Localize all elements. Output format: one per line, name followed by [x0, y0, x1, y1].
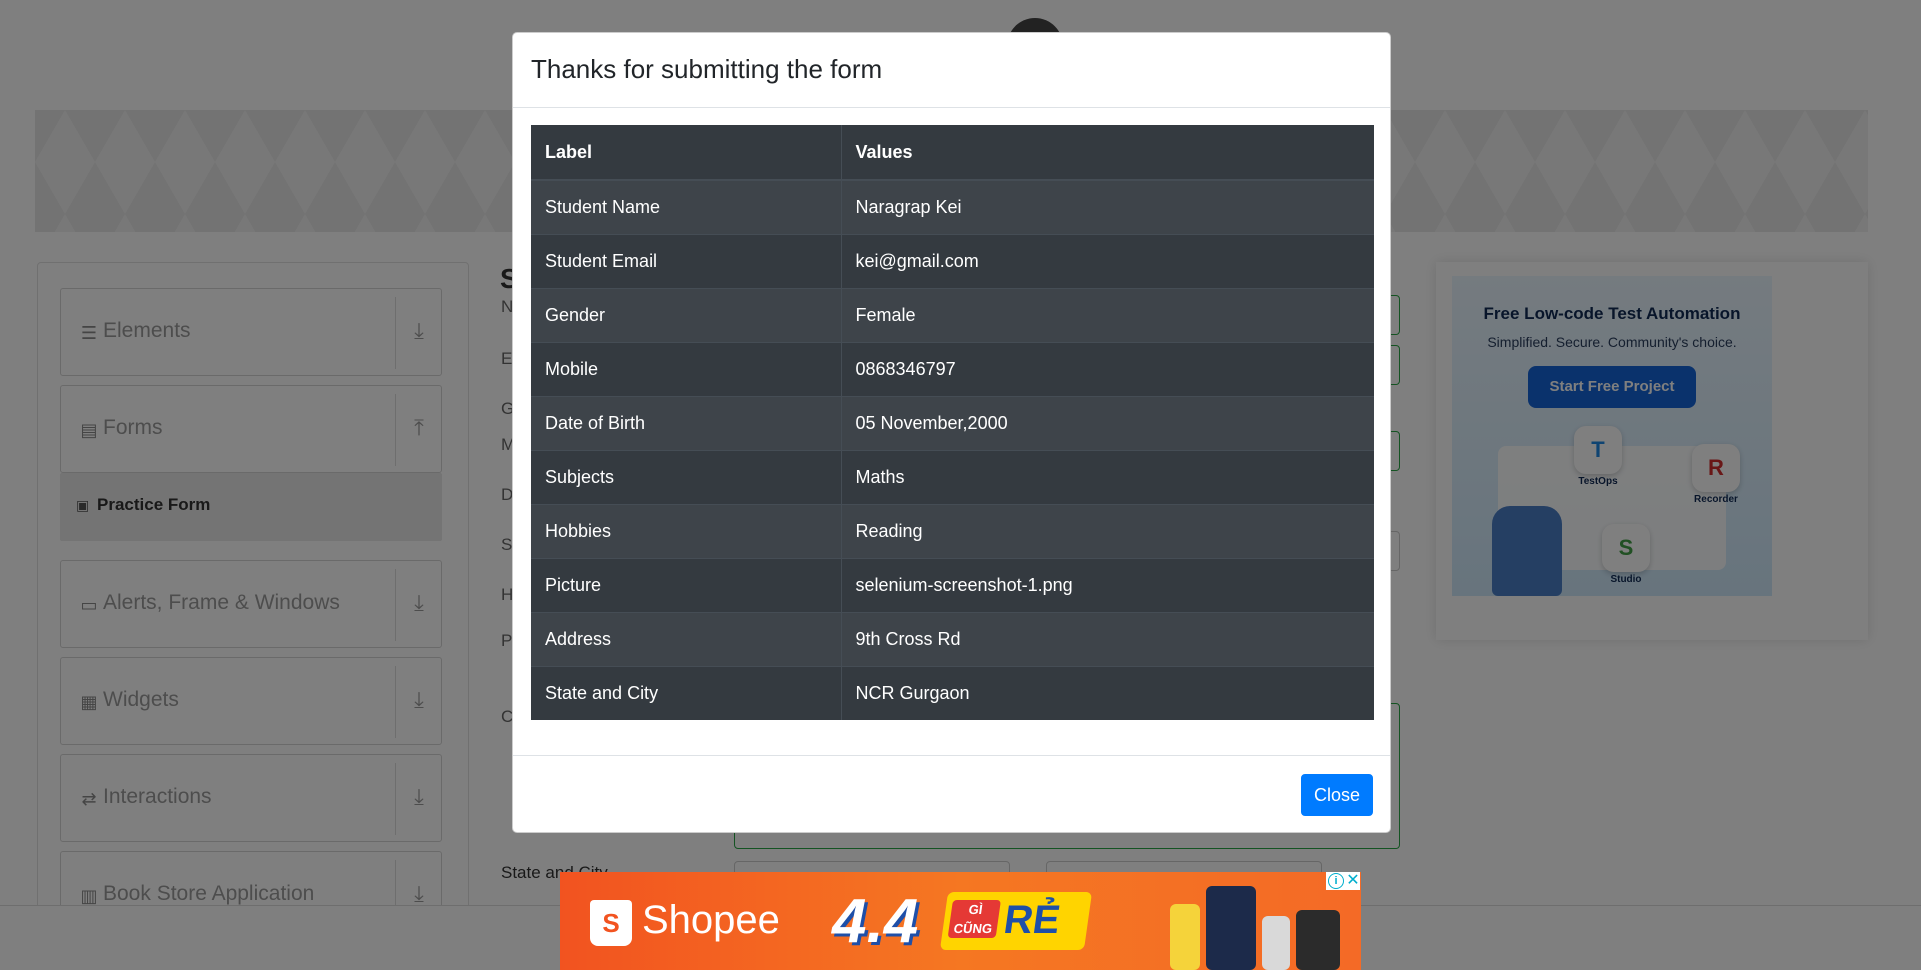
fryer-image [1296, 910, 1340, 970]
submission-modal: Thanks for submitting the form Label Val… [512, 32, 1391, 833]
promo-tag: GÌ CŨNG [947, 900, 1001, 938]
row-label: Gender [531, 287, 842, 342]
promo-word: RẺ [1001, 898, 1063, 942]
row-value: Female [841, 287, 1374, 342]
close-button[interactable]: Close [1301, 774, 1373, 816]
column-header-values: Values [841, 125, 1374, 181]
row-value: 05 November,2000 [841, 395, 1374, 450]
table-row: Hobbies Reading [531, 503, 1374, 558]
row-label: Picture [531, 557, 842, 612]
shopee-brand: Shopee [642, 898, 780, 942]
close-icon[interactable]: ✕ [1346, 872, 1360, 890]
row-label: Address [531, 611, 842, 666]
table-row: Gender Female [531, 287, 1374, 342]
row-value: Reading [841, 503, 1374, 558]
table-row: Picture selenium-screenshot-1.png [531, 557, 1374, 612]
table-row: Date of Birth 05 November,2000 [531, 395, 1374, 450]
table-row: Student Email kei@gmail.com [531, 233, 1374, 288]
row-value: 0868346797 [841, 341, 1374, 396]
row-label: State and City [531, 665, 842, 720]
promo-products-image [1170, 880, 1350, 970]
table-header-row: Label Values [531, 125, 1374, 181]
row-value: selenium-screenshot-1.png [841, 557, 1374, 612]
modal-header: Thanks for submitting the form [513, 33, 1390, 108]
info-icon[interactable]: i [1328, 873, 1344, 889]
promo-badge: GÌ CŨNG RẺ [939, 892, 1093, 950]
row-value: Maths [841, 449, 1374, 504]
row-label: Student Name [531, 179, 842, 234]
table-row: Address 9th Cross Rd [531, 611, 1374, 666]
ad-choices[interactable]: i ✕ [1326, 872, 1360, 890]
row-value: Naragrap Kei [841, 179, 1374, 234]
jacket-image [1206, 886, 1256, 970]
table-row: State and City NCR Gurgaon [531, 665, 1374, 720]
row-value: NCR Gurgaon [841, 665, 1374, 720]
row-value: kei@gmail.com [841, 233, 1374, 288]
luggage-image [1170, 904, 1200, 970]
row-value: 9th Cross Rd [841, 611, 1374, 666]
submission-table: Label Values Student Name Naragrap Kei S… [531, 125, 1374, 720]
row-label: Student Email [531, 233, 842, 288]
promo-date: 4.4 [832, 887, 919, 956]
submission-table-wrapper: Label Values Student Name Naragrap Kei S… [531, 125, 1374, 720]
row-label: Subjects [531, 449, 842, 504]
bottom-banner-ad[interactable]: S Shopee 4.4 GÌ CŨNG RẺ [560, 872, 1361, 970]
shopee-bag-icon: S [590, 900, 632, 946]
table-row: Student Name Naragrap Kei [531, 179, 1374, 234]
modal-footer: Close [513, 755, 1390, 833]
row-label: Hobbies [531, 503, 842, 558]
table-row: Subjects Maths [531, 449, 1374, 504]
device-image [1262, 916, 1290, 970]
table-row: Mobile 0868346797 [531, 341, 1374, 396]
row-label: Mobile [531, 341, 842, 396]
row-label: Date of Birth [531, 395, 842, 450]
modal-title: Thanks for submitting the form [531, 54, 883, 84]
column-header-label: Label [531, 125, 842, 181]
